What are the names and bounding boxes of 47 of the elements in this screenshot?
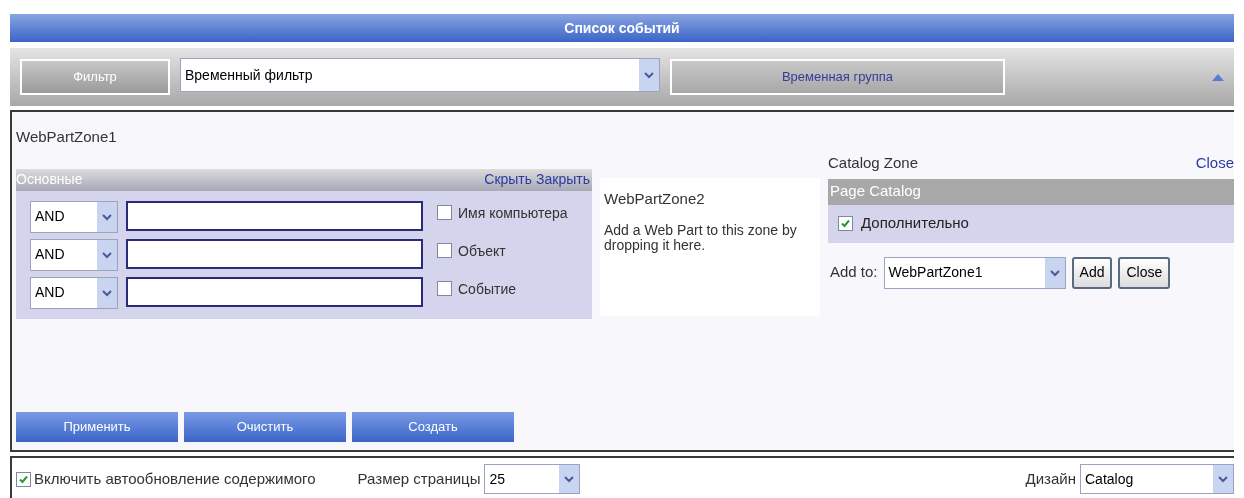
- filter-select[interactable]: Временный фильтр: [180, 58, 660, 92]
- zone-title: WebPartZone2: [604, 189, 706, 209]
- chevron-down-icon: [564, 475, 575, 483]
- part-title: Основные: [16, 170, 83, 189]
- checkbox-label: Объект: [458, 241, 507, 261]
- catalog-button[interactable]: Close: [1118, 256, 1171, 289]
- design-label: Дизайн: [1025, 468, 1076, 489]
- part-link[interactable]: Скрыть: [484, 169, 533, 190]
- chevron-down-icon: [102, 212, 112, 221]
- chevron-down-icon: [1218, 475, 1228, 483]
- operator-select[interactable]: AND: [30, 238, 118, 271]
- checkbox-label: Событие: [458, 279, 517, 299]
- operator-select[interactable]: AND: [30, 276, 118, 309]
- action-button[interactable]: Очистить: [184, 412, 346, 442]
- operator-select[interactable]: AND: [30, 200, 118, 233]
- action-button[interactable]: Применить: [16, 412, 178, 442]
- checkbox[interactable]: [838, 216, 853, 231]
- input-field[interactable]: [126, 200, 423, 231]
- checkbox[interactable]: [16, 471, 31, 487]
- catalog-item-label: Дополнительно: [861, 213, 969, 234]
- chevron-down-icon: [1049, 268, 1060, 277]
- chevron-down-icon: [644, 71, 654, 79]
- window-title: Список событий: [564, 18, 680, 38]
- group-button[interactable]: Временная группа: [670, 59, 1005, 95]
- action-button[interactable]: Создать: [352, 412, 514, 442]
- page-size-label: Размер страницы: [357, 468, 481, 489]
- input-field[interactable]: [126, 276, 423, 307]
- chevron-down-icon: [102, 250, 112, 259]
- checkbox[interactable]: [437, 243, 452, 258]
- checkbox[interactable]: [437, 281, 452, 296]
- zone-title: WebPartZone1: [16, 127, 118, 147]
- autorefresh-label: Включить автообновление содержимого: [34, 468, 316, 489]
- collapse-arrow-icon[interactable]: [1212, 73, 1224, 81]
- catalog-name: Page Catalog: [830, 181, 921, 202]
- add-to-label: Add to:: [830, 262, 878, 283]
- catalog-button[interactable]: Add: [1071, 256, 1113, 289]
- checkbox[interactable]: [437, 205, 452, 220]
- chevron-down-icon: [102, 288, 112, 297]
- part-link[interactable]: Закрыть: [536, 169, 590, 190]
- input-field[interactable]: [126, 238, 423, 269]
- close-link[interactable]: Close: [1195, 152, 1234, 175]
- zone-hint: Add a Web Part to this zone by dropping it here.: [604, 222, 798, 253]
- design-select[interactable]: Catalog: [1080, 464, 1234, 494]
- zone-select[interactable]: WebPartZone1: [883, 256, 1066, 289]
- page-size-select[interactable]: 25: [484, 464, 581, 494]
- catalog-title: Catalog Zone: [828, 153, 919, 173]
- checkbox-label: Имя компьютера: [458, 203, 568, 223]
